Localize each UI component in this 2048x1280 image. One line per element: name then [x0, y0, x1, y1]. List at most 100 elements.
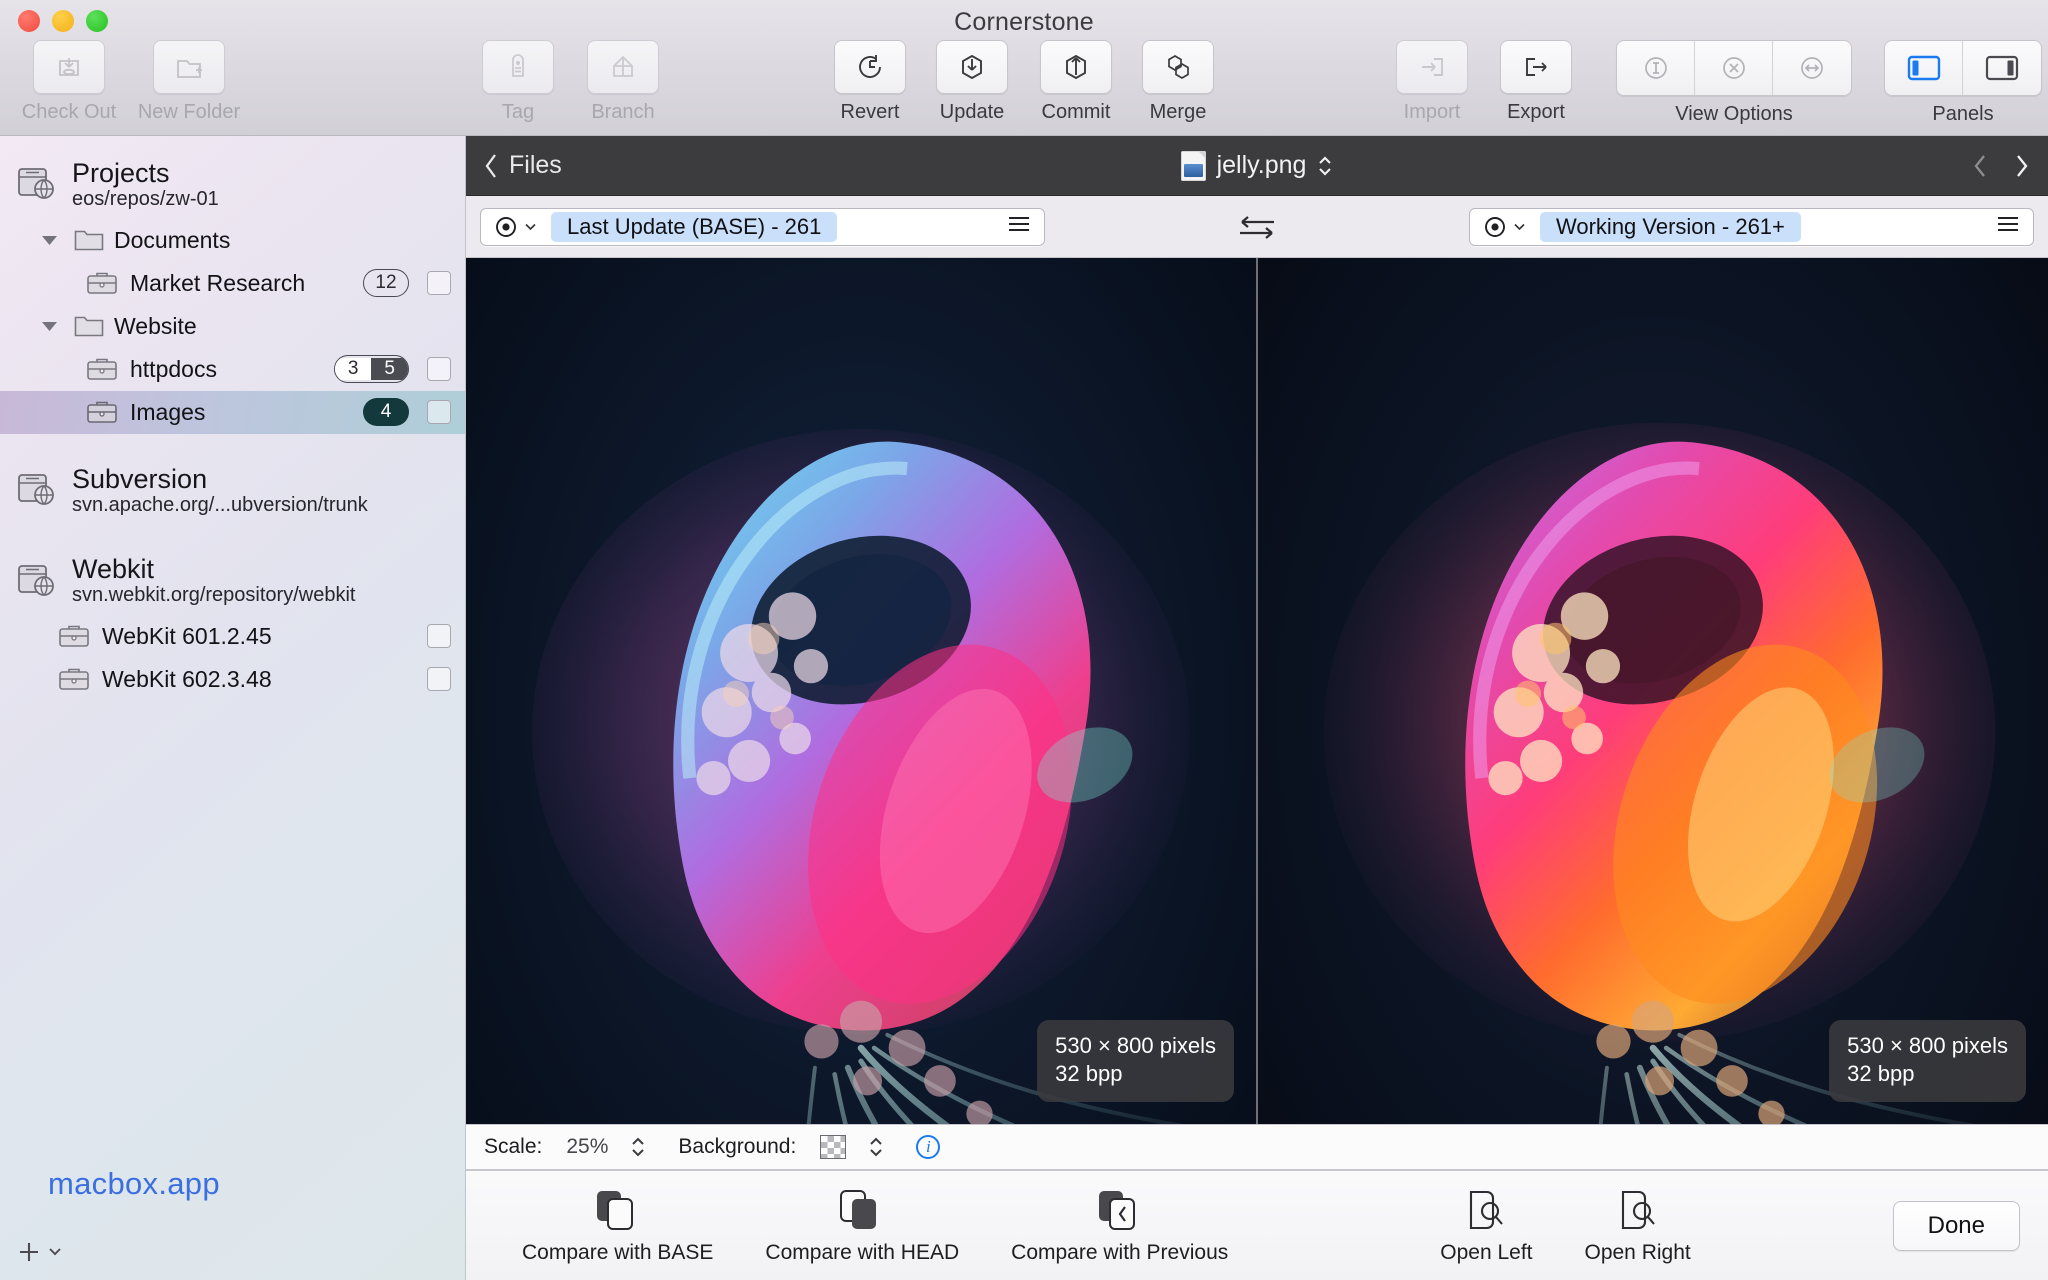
- toolbar-check-out[interactable]: Check Out: [14, 40, 124, 124]
- check-out-button[interactable]: [33, 40, 105, 94]
- toolbar-branch[interactable]: Branch: [568, 40, 678, 124]
- status-badge: 4: [363, 398, 409, 427]
- item-checkbox[interactable]: [427, 624, 451, 649]
- view-options-segmented[interactable]: [1616, 40, 1852, 96]
- right-image-info: 530 × 800 pixels 32 bpp: [1829, 1019, 2026, 1102]
- view-option-text-button[interactable]: [1617, 41, 1695, 95]
- merge-icon: [1168, 55, 1189, 79]
- updown-chevrons-icon[interactable]: [1317, 153, 1333, 179]
- revert-button[interactable]: [834, 40, 906, 94]
- sidebar-repo-webkit[interactable]: Webkit svn.webkit.org/repository/webkit: [0, 546, 465, 615]
- back-to-files-button[interactable]: Files: [484, 151, 562, 180]
- sidebar-repo-projects[interactable]: Projects eos/repos/zw-01: [0, 150, 465, 219]
- left-version-menu[interactable]: [1007, 215, 1031, 238]
- main-panel: Files jelly.png Last Update (BASE) - 261…: [466, 136, 2048, 1280]
- panel-left-toggle[interactable]: [1885, 41, 1963, 95]
- toolbar-new-folder[interactable]: New Folder: [124, 40, 254, 124]
- toolbar-tag[interactable]: Tag: [468, 40, 568, 124]
- export-icon: [1526, 58, 1547, 76]
- working-copy-icon: [87, 358, 117, 380]
- item-checkbox[interactable]: [427, 357, 451, 382]
- view-option-close-button[interactable]: [1695, 41, 1773, 95]
- left-image-pane[interactable]: 530 × 800 pixels 32 bpp: [466, 258, 1258, 1124]
- right-image-pane[interactable]: 530 × 800 pixels 32 bpp: [1258, 258, 2048, 1124]
- compare-head-label: Compare with HEAD: [765, 1240, 960, 1264]
- right-version-menu[interactable]: [1996, 215, 2020, 238]
- item-checkbox[interactable]: [427, 400, 451, 425]
- sidebar-item-webkit-601[interactable]: WebKit 601.2.45: [0, 615, 465, 658]
- toolbar-export[interactable]: Export: [1484, 40, 1588, 124]
- export-button[interactable]: [1500, 40, 1572, 94]
- chevron-left-icon: [485, 153, 496, 178]
- open-right-button[interactable]: Open Right: [1558, 1187, 1716, 1265]
- open-left-button[interactable]: Open Left: [1414, 1187, 1558, 1265]
- update-button[interactable]: [936, 40, 1008, 94]
- sidebar-folder-website[interactable]: Website: [0, 305, 465, 348]
- item-checkbox[interactable]: [427, 271, 451, 296]
- disclosure-triangle[interactable]: [36, 234, 62, 247]
- compare-with-previous-button[interactable]: Compare with Previous: [985, 1187, 1254, 1265]
- window-title: Cornerstone: [954, 8, 1094, 36]
- background-swatch[interactable]: [820, 1135, 847, 1159]
- done-button[interactable]: Done: [1892, 1200, 2020, 1251]
- main-toolbar: Cornerstone Check Out New Folder Tag Bra…: [0, 0, 2048, 136]
- compare-with-head-button[interactable]: Compare with HEAD: [739, 1187, 985, 1265]
- left-image-depth: 32 bpp: [1055, 1060, 1123, 1086]
- import-button[interactable]: [1396, 40, 1468, 94]
- sidebar-item-images[interactable]: Images 4: [0, 390, 465, 434]
- previous-file-icon[interactable]: [1972, 153, 1988, 179]
- png-file-icon: [1180, 150, 1206, 181]
- right-image-preview: [1258, 258, 2048, 1124]
- toolbar-commit[interactable]: Commit: [1024, 40, 1128, 124]
- repo-name: Subversion: [72, 463, 208, 494]
- item-checkbox[interactable]: [427, 667, 451, 692]
- chevron-down-icon: [41, 235, 57, 245]
- right-version-selector[interactable]: Working Version - 261+: [1469, 207, 2034, 246]
- revert-icon: [859, 55, 881, 78]
- toolbar-import[interactable]: Import: [1380, 40, 1484, 124]
- import-icon: [1422, 58, 1443, 76]
- chevron-down-icon[interactable]: [46, 1243, 64, 1261]
- sidebar-folder-documents[interactable]: Documents: [0, 219, 465, 262]
- file-title: jelly.png: [466, 150, 2048, 181]
- toolbar-merge[interactable]: Merge: [1128, 40, 1228, 124]
- toolbar-view-options[interactable]: View Options: [1616, 40, 1852, 126]
- right-version-label: Working Version - 261+: [1540, 211, 1801, 242]
- commit-button[interactable]: [1040, 40, 1112, 94]
- right-image-depth: 32 bpp: [1847, 1060, 1915, 1086]
- swap-arrows-icon[interactable]: [1236, 213, 1278, 241]
- disclosure-triangle[interactable]: [36, 320, 62, 333]
- sidebar-item-webkit-602[interactable]: WebKit 602.3.48: [0, 658, 465, 701]
- update-icon: [962, 54, 982, 80]
- background-label: Background:: [678, 1135, 797, 1158]
- add-icon[interactable]: [16, 1239, 42, 1265]
- sidebar-repo-subversion[interactable]: Subversion svn.apache.org/...ubversion/t…: [0, 456, 465, 525]
- item-label: Images: [130, 398, 206, 425]
- sidebar-item-market-research[interactable]: Market Research 12: [0, 262, 465, 305]
- view-option-compare-button[interactable]: [1773, 41, 1851, 95]
- left-version-selector[interactable]: Last Update (BASE) - 261: [480, 207, 1045, 246]
- merge-button[interactable]: [1142, 40, 1214, 94]
- sidebar-item-httpdocs[interactable]: httpdocs 3 5: [0, 348, 465, 391]
- scale-value: 25%: [566, 1135, 609, 1158]
- right-version-mode[interactable]: [1483, 215, 1526, 239]
- compare-with-base-button[interactable]: Compare with BASE: [496, 1187, 739, 1265]
- info-icon[interactable]: i: [916, 1135, 941, 1159]
- background-stepper[interactable]: [868, 1134, 884, 1160]
- panel-right-toggle[interactable]: [1963, 41, 2041, 95]
- panels-segmented[interactable]: [1884, 40, 2042, 96]
- sidebar-tree[interactable]: Projects eos/repos/zw-01 Documents Marke…: [0, 136, 465, 1224]
- status-badge-modified: 3: [334, 358, 372, 381]
- tag-button[interactable]: [482, 40, 554, 94]
- toolbar-revert[interactable]: Revert: [820, 40, 920, 124]
- toolbar-update[interactable]: Update: [920, 40, 1024, 124]
- toolbar-panels[interactable]: Panels: [1884, 40, 2042, 126]
- branch-button[interactable]: [587, 40, 659, 94]
- left-image-dimensions: 530 × 800 pixels: [1055, 1032, 1216, 1058]
- scale-stepper[interactable]: [630, 1134, 646, 1160]
- right-image-dimensions: 530 × 800 pixels: [1847, 1032, 2008, 1058]
- next-file-icon[interactable]: [2014, 153, 2030, 179]
- left-version-mode[interactable]: [494, 215, 537, 239]
- open-right-icon: [1621, 1190, 1655, 1229]
- new-folder-button[interactable]: [153, 40, 225, 94]
